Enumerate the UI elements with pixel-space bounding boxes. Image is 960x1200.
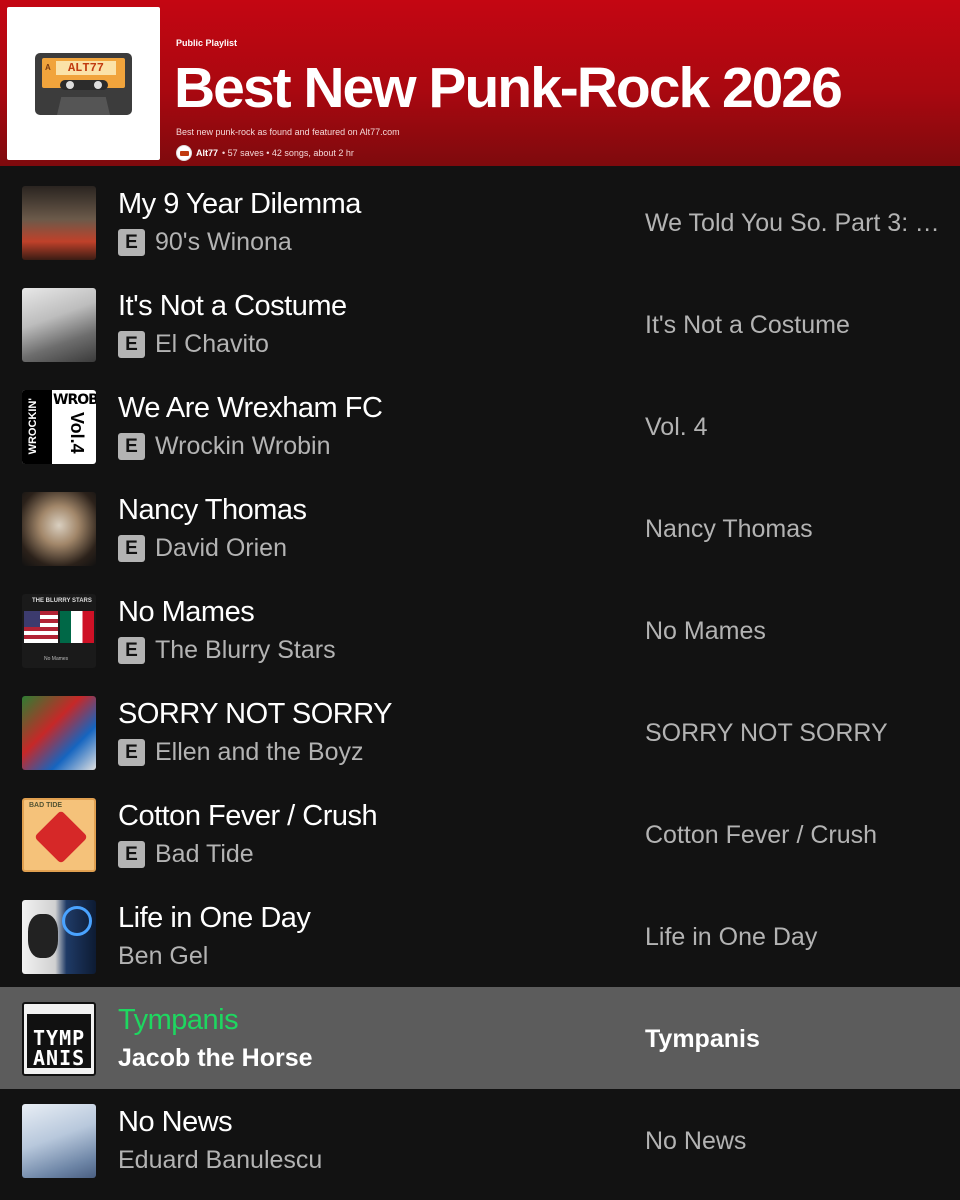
explicit-badge: E [118, 841, 145, 868]
track-row[interactable]: My 9 Year Dilemma E 90's Winona We Told … [0, 171, 960, 273]
playlist-title: Best New Punk-Rock 2026 [174, 56, 843, 120]
track-title[interactable]: We Are Wrexham FC [118, 392, 383, 425]
track-album[interactable]: SORRY NOT SORRY [645, 719, 945, 748]
album-art[interactable]: WROCKIN' WROBIN Vol.4 [22, 390, 96, 464]
cassette-bottom [57, 97, 110, 115]
cassette-label: A ALT77 [42, 58, 125, 90]
track-album[interactable]: Nancy Thomas [645, 515, 945, 544]
owner-name-link[interactable]: Alt77 [196, 148, 218, 158]
playlist-kind-label: Public Playlist [176, 38, 238, 48]
cassette-icon: A ALT77 [35, 53, 132, 115]
playlist-cover-image[interactable]: A ALT77 [7, 7, 160, 160]
playlist-description: Best new punk-rock as found and featured… [176, 127, 400, 137]
track-row[interactable]: It's Not a Costume E El Chavito It's Not… [0, 273, 960, 375]
album-art-text-top: THE BLURRY STARS [32, 598, 92, 604]
track-title[interactable]: No News [118, 1106, 233, 1139]
track-artist[interactable]: Eduard Banulescu [118, 1146, 322, 1175]
mexico-flag-icon [60, 611, 94, 643]
album-art[interactable] [22, 696, 96, 770]
album-art[interactable] [22, 900, 96, 974]
explicit-badge: E [118, 739, 145, 766]
track-album[interactable]: We Told You So. Part 3: T... [645, 209, 945, 238]
track-album[interactable]: No News [645, 1127, 945, 1156]
track-row[interactable]: BAD TIDE Cotton Fever / Crush E Bad Tide… [0, 783, 960, 885]
album-art-panel: TYMP ANIS [27, 1014, 91, 1068]
track-album[interactable]: No Mames [645, 617, 945, 646]
explicit-badge: E [118, 535, 145, 562]
cassette-reel-right [94, 81, 102, 89]
track-list: My 9 Year Dilemma E 90's Winona We Told … [0, 171, 960, 1191]
track-title[interactable]: My 9 Year Dilemma [118, 188, 361, 221]
album-art-text-top: WROBIN [53, 392, 96, 408]
track-artist[interactable]: David Orien [155, 534, 287, 563]
track-album[interactable]: Cotton Fever / Crush [645, 821, 945, 850]
explicit-badge: E [118, 229, 145, 256]
cassette-reel-left [66, 81, 74, 89]
album-art[interactable] [22, 1104, 96, 1178]
track-title[interactable]: Tympanis [118, 1004, 239, 1037]
explicit-badge: E [118, 637, 145, 664]
album-art-text: TYMP ANIS [33, 1026, 86, 1070]
track-row[interactable]: SORRY NOT SORRY E Ellen and the Boyz SOR… [0, 681, 960, 783]
track-row[interactable]: No News Eduard Banulescu No News [0, 1089, 960, 1191]
track-artist-line: E 90's Winona [118, 228, 292, 257]
album-art-text-left: WROCKIN' [27, 398, 39, 455]
album-art-text-top: BAD TIDE [29, 802, 63, 809]
track-artist[interactable]: The Blurry Stars [155, 636, 336, 665]
track-row[interactable]: Nancy Thomas E David Orien Nancy Thomas [0, 477, 960, 579]
track-artist[interactable]: Wrockin Wrobin [155, 432, 331, 461]
album-art[interactable] [22, 186, 96, 260]
album-art[interactable] [22, 492, 96, 566]
album-art-text-bottom: No Mames [44, 656, 69, 662]
cassette-label-text: ALT77 [56, 61, 116, 75]
track-album[interactable]: Life in One Day [645, 923, 945, 952]
track-title[interactable]: Life in One Day [118, 902, 311, 935]
track-row[interactable]: WROCKIN' WROBIN Vol.4 We Are Wrexham FC … [0, 375, 960, 477]
track-artist-line: E David Orien [118, 534, 287, 563]
track-album[interactable]: Vol. 4 [645, 413, 945, 442]
album-art-text-side: Vol.4 [67, 412, 87, 454]
track-artist-line: E Wrockin Wrobin [118, 432, 331, 461]
track-title[interactable]: It's Not a Costume [118, 290, 347, 323]
track-artist[interactable]: Jacob the Horse [118, 1044, 313, 1073]
track-artist-line: Eduard Banulescu [118, 1146, 322, 1175]
track-title[interactable]: SORRY NOT SORRY [118, 698, 393, 731]
track-artist-line: Ben Gel [118, 942, 208, 971]
cassette-window [60, 80, 108, 90]
track-row[interactable]: Life in One Day Ben Gel Life in One Day [0, 885, 960, 987]
track-album[interactable]: Tympanis [645, 1025, 945, 1054]
track-title[interactable]: Nancy Thomas [118, 494, 307, 527]
track-row-active[interactable]: TYMP ANIS Tympanis Jacob the Horse Tympa… [0, 987, 960, 1089]
track-artist[interactable]: Ben Gel [118, 942, 208, 971]
heart-icon [34, 810, 88, 864]
track-artist[interactable]: Bad Tide [155, 840, 254, 869]
track-title[interactable]: No Mames [118, 596, 255, 629]
track-artist-line: E The Blurry Stars [118, 636, 336, 665]
album-art[interactable]: BAD TIDE [22, 798, 96, 872]
track-row[interactable]: THE BLURRY STARS No Mames No Mames E The… [0, 579, 960, 681]
us-flag-canton [24, 611, 40, 627]
track-album[interactable]: It's Not a Costume [645, 311, 945, 340]
track-artist[interactable]: Ellen and the Boyz [155, 738, 363, 767]
owner-avatar[interactable] [176, 145, 192, 161]
explicit-badge: E [118, 433, 145, 460]
playlist-header: A ALT77 Public Playlist Best New Punk-Ro… [0, 0, 960, 166]
playlist-stats: • 57 saves • 42 songs, about 2 hr [222, 148, 354, 158]
album-art[interactable] [22, 288, 96, 362]
track-title[interactable]: Cotton Fever / Crush [118, 800, 378, 833]
track-artist-line: E El Chavito [118, 330, 269, 359]
album-art[interactable]: THE BLURRY STARS No Mames [22, 594, 96, 668]
track-artist-line: Jacob the Horse [118, 1044, 313, 1073]
track-artist[interactable]: El Chavito [155, 330, 269, 359]
track-artist[interactable]: 90's Winona [155, 228, 292, 257]
clock-icon [62, 906, 92, 936]
album-art[interactable]: TYMP ANIS [22, 1002, 96, 1076]
track-artist-line: E Ellen and the Boyz [118, 738, 363, 767]
playlist-meta: Alt77 • 57 saves • 42 songs, about 2 hr [176, 145, 354, 161]
album-art-figure [28, 914, 58, 958]
cassette-side-label: A [45, 63, 51, 72]
explicit-badge: E [118, 331, 145, 358]
track-artist-line: E Bad Tide [118, 840, 254, 869]
